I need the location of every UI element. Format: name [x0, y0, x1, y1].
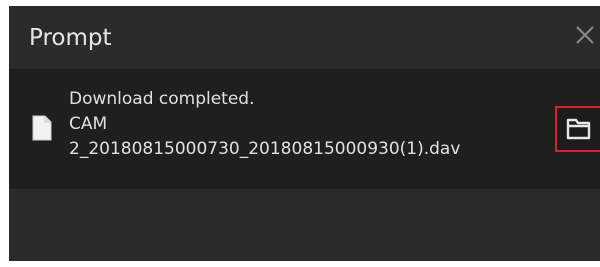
- dialog-footer: [9, 189, 600, 261]
- dialog-content: Download completed. CAM 2_20180815000730…: [9, 69, 600, 189]
- file-name-line-1: CAM: [69, 114, 108, 134]
- folder-icon: [566, 118, 591, 140]
- prompt-dialog: Prompt Download completed. CAM 2_2018081…: [9, 6, 600, 261]
- download-message: Download completed. CAM 2_20180815000730…: [69, 87, 549, 162]
- close-button[interactable]: [572, 22, 598, 48]
- open-folder-button[interactable]: [555, 106, 600, 152]
- close-icon: [576, 26, 594, 44]
- file-icon: [32, 115, 52, 141]
- dialog-titlebar: Prompt: [9, 6, 600, 69]
- download-item: Download completed. CAM 2_20180815000730…: [9, 69, 555, 189]
- download-status: Download completed.: [69, 89, 255, 109]
- file-name-line-2: 2_20180815000730_20180815000930(1).dav: [69, 139, 461, 159]
- dialog-title: Prompt: [29, 25, 112, 51]
